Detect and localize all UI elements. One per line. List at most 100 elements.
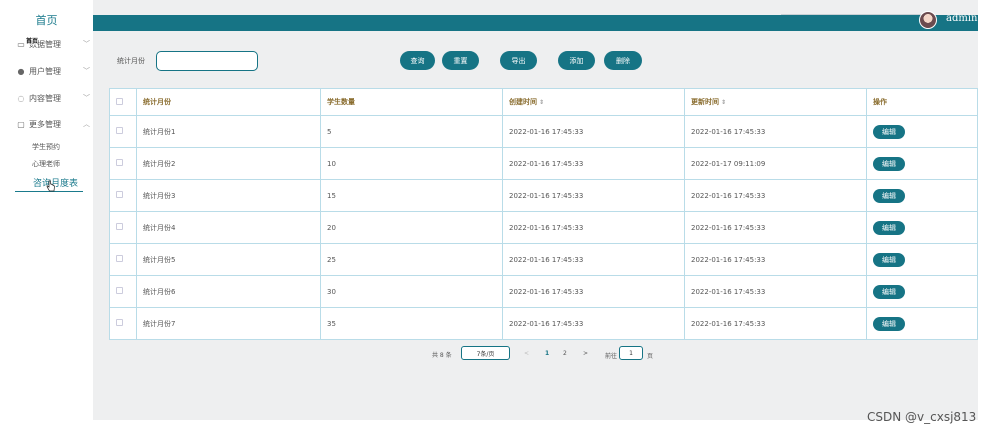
edit-button[interactable]: 编辑	[873, 316, 905, 331]
row-checkbox[interactable]	[116, 191, 123, 198]
column-header-label: 更新时间	[691, 98, 719, 106]
sidebar: 首页 ▭ 数据管理 ﹀ 首页 ● 用户管理 ﹀ ◌ 内容管理 ﹀ ▢ 更多管理 …	[0, 0, 93, 435]
row-checkbox[interactable]	[116, 319, 123, 326]
edit-button[interactable]: 编辑	[873, 124, 905, 139]
top-header	[93, 15, 978, 31]
column-header-updated[interactable]: 更新时间 ⇕	[684, 88, 867, 116]
page-size-value: 7条/页	[476, 350, 495, 358]
sidebar-sub-appointments[interactable]: 学生预约	[32, 142, 60, 152]
sidebar-item-label: 内容管理	[29, 93, 61, 103]
row-select-cell[interactable]	[109, 307, 137, 340]
goto-page-input[interactable]: 1	[619, 346, 643, 360]
column-header-month: 统计月份	[136, 88, 321, 116]
prev-page-button[interactable]: <	[524, 350, 529, 357]
page-size-select[interactable]: 7条/页	[461, 346, 510, 360]
hover-tooltip: 首页	[26, 36, 39, 45]
hand-cursor-icon	[46, 180, 55, 192]
table-row: 统计月份1 5 2022-01-16 17:45:33 2022-01-16 1…	[109, 115, 978, 148]
sidebar-sub-teachers[interactable]: 心理老师	[32, 159, 60, 169]
cell-ops: 编辑	[866, 275, 978, 308]
sidebar-item-users[interactable]: ● 用户管理 ﹀	[16, 64, 91, 78]
column-header-created[interactable]: 创建时间 ⇕	[502, 88, 685, 116]
cell-updated: 2022-01-16 17:45:33	[684, 275, 867, 308]
cell-ops: 编辑	[866, 243, 978, 276]
reset-button[interactable]: 重置	[442, 51, 479, 70]
row-select-cell[interactable]	[109, 211, 137, 244]
goto-suffix: 页	[647, 353, 654, 360]
cell-month: 统计月份6	[136, 275, 321, 308]
edit-button[interactable]: 编辑	[873, 220, 905, 235]
cell-updated: 2022-01-16 17:45:33	[684, 115, 867, 148]
pagination-total: 共 8 条	[432, 352, 452, 359]
cell-updated: 2022-01-16 17:45:33	[684, 211, 867, 244]
avatar[interactable]	[919, 11, 937, 29]
table-row: 统计月份6 30 2022-01-16 17:45:33 2022-01-16 …	[109, 275, 978, 308]
cell-count: 10	[320, 147, 503, 180]
row-select-cell[interactable]	[109, 179, 137, 212]
column-header-ops: 操作	[866, 88, 978, 116]
table-row: 统计月份2 10 2022-01-16 17:45:33 2022-01-17 …	[109, 147, 978, 180]
next-page-button[interactable]: >	[583, 350, 588, 357]
sort-icon[interactable]: ⇕	[539, 99, 544, 106]
sort-icon[interactable]: ⇕	[721, 99, 726, 106]
sidebar-item-label: 更多管理	[29, 119, 61, 129]
cell-created: 2022-01-16 17:45:33	[502, 307, 685, 340]
table-row: 统计月份5 25 2022-01-16 17:45:33 2022-01-16 …	[109, 243, 978, 276]
data-table: 统计月份 学生数量 创建时间 ⇕ 更新时间 ⇕ 操作 统计月份1 5 2022-01…	[109, 88, 978, 340]
row-checkbox[interactable]	[116, 223, 123, 230]
table-row: 统计月份3 15 2022-01-16 17:45:33 2022-01-16 …	[109, 179, 978, 212]
edit-button[interactable]: 编辑	[873, 156, 905, 171]
sidebar-home[interactable]: 首页	[0, 12, 93, 28]
cell-month: 统计月份3	[136, 179, 321, 212]
search-input[interactable]	[156, 51, 258, 71]
username[interactable]: admin	[946, 13, 977, 24]
edit-button[interactable]: 编辑	[873, 284, 905, 299]
cell-updated: 2022-01-16 17:45:33	[684, 179, 867, 212]
cell-created: 2022-01-16 17:45:33	[502, 275, 685, 308]
chevron-up-icon: ︿	[83, 120, 90, 128]
cell-month: 统计月份4	[136, 211, 321, 244]
goto-prefix: 前往	[605, 353, 618, 360]
comment-icon: ◌	[17, 93, 25, 103]
cell-month: 统计月份5	[136, 243, 321, 276]
folder-icon: ▢	[17, 119, 25, 129]
cell-count: 35	[320, 307, 503, 340]
cell-count: 20	[320, 211, 503, 244]
export-button[interactable]: 导出	[500, 51, 537, 70]
row-checkbox[interactable]	[116, 255, 123, 262]
cell-count: 30	[320, 275, 503, 308]
row-checkbox[interactable]	[116, 287, 123, 294]
chevron-down-icon: ﹀	[83, 94, 90, 102]
row-checkbox[interactable]	[116, 159, 123, 166]
sidebar-item-content[interactable]: ◌ 内容管理 ﹀	[16, 91, 91, 105]
user-icon: ●	[17, 66, 25, 76]
query-button[interactable]: 查询	[400, 51, 435, 70]
cell-month: 统计月份1	[136, 115, 321, 148]
add-button[interactable]: 添加	[558, 51, 595, 70]
column-header-label: 创建时间	[509, 98, 537, 106]
delete-button[interactable]: 删除	[604, 51, 642, 70]
main-content: admin 统计月份 查询 重置 导出 添加 删除 统计月份 学生数量 创建时间…	[93, 0, 978, 420]
cell-ops: 编辑	[866, 307, 978, 340]
select-all-checkbox[interactable]	[116, 97, 123, 105]
select-all-cell[interactable]	[109, 88, 137, 116]
watermark: CSDN @v_cxsj813	[867, 410, 977, 424]
cell-created: 2022-01-16 17:45:33	[502, 211, 685, 244]
cell-ops: 编辑	[866, 147, 978, 180]
row-select-cell[interactable]	[109, 275, 137, 308]
row-checkbox[interactable]	[116, 127, 123, 134]
row-select-cell[interactable]	[109, 243, 137, 276]
cell-count: 15	[320, 179, 503, 212]
table-row: 统计月份7 35 2022-01-16 17:45:33 2022-01-16 …	[109, 307, 978, 340]
edit-button[interactable]: 编辑	[873, 188, 905, 203]
edit-button[interactable]: 编辑	[873, 252, 905, 267]
cell-created: 2022-01-16 17:45:33	[502, 179, 685, 212]
row-select-cell[interactable]	[109, 147, 137, 180]
page-1-button[interactable]: 1	[545, 350, 549, 357]
monitor-icon: ▭	[17, 39, 25, 49]
sidebar-item-more[interactable]: ▢ 更多管理 ︿	[16, 117, 90, 131]
cell-created: 2022-01-16 17:45:33	[502, 243, 685, 276]
row-select-cell[interactable]	[109, 115, 137, 148]
cell-count: 25	[320, 243, 503, 276]
page-2-button[interactable]: 2	[563, 350, 567, 357]
